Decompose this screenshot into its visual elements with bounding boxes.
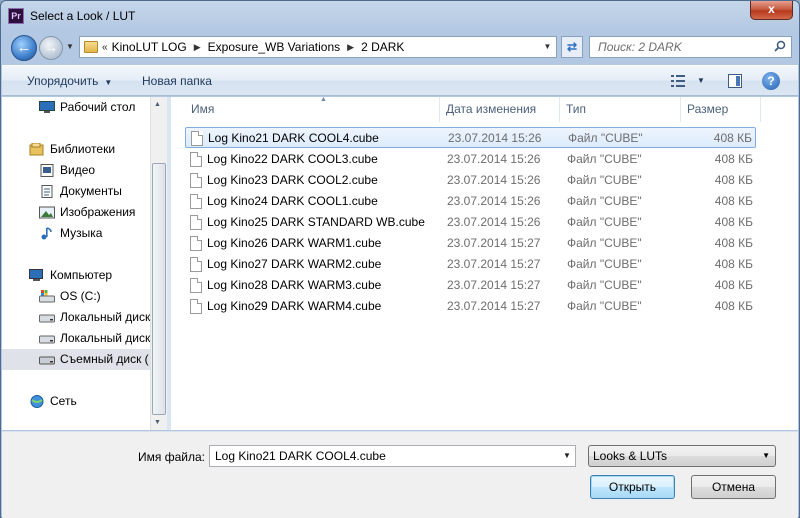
- file-icon: [190, 257, 202, 272]
- nav-item-desktop[interactable]: Рабочий стол: [2, 97, 150, 118]
- column-header-name[interactable]: ▲ Имя: [185, 96, 440, 122]
- command-bar: Упорядочить ▼ Новая папка ▼ ?: [2, 65, 798, 96]
- filename-label: Имя файла:: [138, 450, 205, 464]
- chevron-down-icon[interactable]: ▼: [561, 448, 573, 464]
- file-icon: [190, 215, 202, 230]
- filename-combobox[interactable]: ▼: [209, 445, 576, 467]
- title-bar[interactable]: Pr Select a Look / LUT x: [1, 1, 799, 31]
- scroll-up-icon[interactable]: ▲: [154, 101, 161, 108]
- search-box[interactable]: [589, 36, 792, 58]
- view-options-icon[interactable]: [671, 75, 685, 87]
- file-row[interactable]: Log Kino22 DARK COOL3.cube 23.07.2014 15…: [185, 149, 756, 170]
- drive-icon: [39, 290, 55, 303]
- recent-locations-dropdown[interactable]: ▼: [66, 42, 76, 52]
- filetype-value: Looks & LUTs: [593, 449, 668, 463]
- search-input[interactable]: [590, 37, 765, 57]
- drive-icon: [39, 335, 55, 344]
- open-button[interactable]: Открыть: [590, 475, 675, 499]
- organize-button[interactable]: Упорядочить ▼: [27, 74, 112, 88]
- music-icon: [41, 227, 52, 240]
- nav-item-local-disk-2[interactable]: Локальный диск: [2, 328, 150, 349]
- chevron-down-icon: ▼: [104, 78, 113, 87]
- removable-drive-icon: [39, 356, 55, 365]
- filename-input[interactable]: [210, 446, 550, 466]
- nav-item-local-disk-1[interactable]: Локальный диск: [2, 307, 150, 328]
- file-icon: [190, 173, 202, 188]
- file-row[interactable]: Log Kino23 DARK COOL2.cube 23.07.2014 15…: [185, 170, 756, 191]
- nav-item-computer[interactable]: Компьютер: [2, 265, 150, 286]
- nav-item-libraries[interactable]: Библиотеки: [2, 139, 150, 160]
- file-row[interactable]: Log Kino27 DARK WARM2.cube 23.07.2014 15…: [185, 254, 756, 275]
- premiere-app-icon: Pr: [8, 8, 24, 24]
- address-bar[interactable]: « KinoLUT LOG ▶ Exposure_WB Variations ▶…: [79, 36, 557, 58]
- libraries-icon: [29, 143, 44, 156]
- file-row[interactable]: Log Kino24 DARK COOL1.cube 23.07.2014 15…: [185, 191, 756, 212]
- file-list: ▲ Имя Дата изменения Тип Размер Log Kino…: [171, 96, 798, 430]
- organize-label: Упорядочить: [27, 74, 99, 88]
- cancel-button[interactable]: Отмена: [691, 475, 776, 499]
- nav-item-pictures[interactable]: Изображения: [2, 202, 150, 223]
- file-icon: [190, 236, 202, 251]
- file-icon: [190, 299, 202, 314]
- documents-icon: [41, 185, 53, 198]
- nav-item-music[interactable]: Музыка: [2, 223, 150, 244]
- nav-item-video[interactable]: Видео: [2, 160, 150, 181]
- scrollbar-thumb[interactable]: [152, 163, 166, 415]
- navigation-pane: Рабочий стол Библиотеки Видео Документы …: [2, 97, 150, 430]
- file-row[interactable]: Log Kino21 DARK COOL4.cube 23.07.2014 15…: [185, 127, 756, 148]
- arrow-left-icon: ←: [16, 39, 32, 56]
- file-icon: [190, 152, 202, 167]
- dialog-window: Pr Select a Look / LUT x ← → ▼ « KinoLUT…: [0, 0, 800, 518]
- breadcrumb-item[interactable]: KinoLUT LOG: [112, 40, 187, 54]
- pictures-icon: [39, 206, 55, 219]
- network-icon: [30, 395, 44, 408]
- file-icon: [190, 194, 202, 209]
- drive-icon: [39, 314, 55, 323]
- forward-button[interactable]: →: [39, 36, 63, 60]
- chevron-down-icon: ▼: [762, 451, 770, 460]
- breadcrumb-item[interactable]: 2 DARK: [361, 40, 404, 54]
- scroll-down-icon[interactable]: ▼: [154, 419, 161, 426]
- nav-item-documents[interactable]: Документы: [2, 181, 150, 202]
- nav-scrollbar[interactable]: ▲ ▼: [150, 97, 167, 430]
- preview-pane-icon[interactable]: [728, 74, 742, 88]
- chevron-right-icon[interactable]: ▶: [194, 42, 201, 53]
- file-row[interactable]: Log Kino25 DARK STANDARD WB.cube 23.07.2…: [185, 212, 756, 233]
- breadcrumb-item[interactable]: Exposure_WB Variations: [208, 40, 341, 54]
- video-icon: [40, 164, 54, 177]
- sort-ascending-icon: ▲: [320, 96, 327, 103]
- chevron-right-icon[interactable]: ▶: [347, 42, 354, 53]
- file-row[interactable]: Log Kino26 DARK WARM1.cube 23.07.2014 15…: [185, 233, 756, 254]
- file-row[interactable]: Log Kino29 DARK WARM4.cube 23.07.2014 15…: [185, 296, 756, 317]
- refresh-icon: ⇄: [566, 40, 578, 54]
- filetype-select[interactable]: Looks & LUTs ▼: [588, 445, 776, 467]
- window-title: Select a Look / LUT: [30, 9, 136, 23]
- dialog-footer: Имя файла: ▼ Looks & LUTs ▼ Открыть Отме…: [2, 431, 798, 518]
- view-dropdown-icon[interactable]: ▼: [697, 76, 705, 85]
- column-header-type[interactable]: Тип: [560, 97, 681, 122]
- help-icon[interactable]: ?: [762, 72, 780, 90]
- column-header-date[interactable]: Дата изменения: [440, 97, 560, 122]
- folder-icon: [84, 41, 98, 53]
- arrow-right-icon: →: [44, 39, 58, 55]
- chevron-double-left-icon[interactable]: «: [102, 42, 108, 53]
- nav-item-network[interactable]: Сеть: [2, 391, 150, 412]
- new-folder-button[interactable]: Новая папка: [142, 74, 212, 88]
- computer-icon: [29, 269, 43, 281]
- close-button[interactable]: x: [750, 1, 793, 20]
- address-dropdown-icon[interactable]: ▼: [539, 37, 556, 57]
- file-row[interactable]: Log Kino28 DARK WARM3.cube 23.07.2014 15…: [185, 275, 756, 296]
- column-header-size[interactable]: Размер: [681, 97, 761, 122]
- nav-item-os-c[interactable]: OS (C:): [2, 286, 150, 307]
- file-icon: [190, 278, 202, 293]
- search-icon[interactable]: [774, 40, 786, 52]
- nav-item-removable-disk[interactable]: Съемный диск (: [2, 349, 150, 370]
- file-icon: [191, 131, 203, 146]
- refresh-button[interactable]: ⇄: [561, 36, 583, 58]
- back-button[interactable]: ←: [11, 35, 37, 61]
- desktop-icon: [39, 101, 55, 113]
